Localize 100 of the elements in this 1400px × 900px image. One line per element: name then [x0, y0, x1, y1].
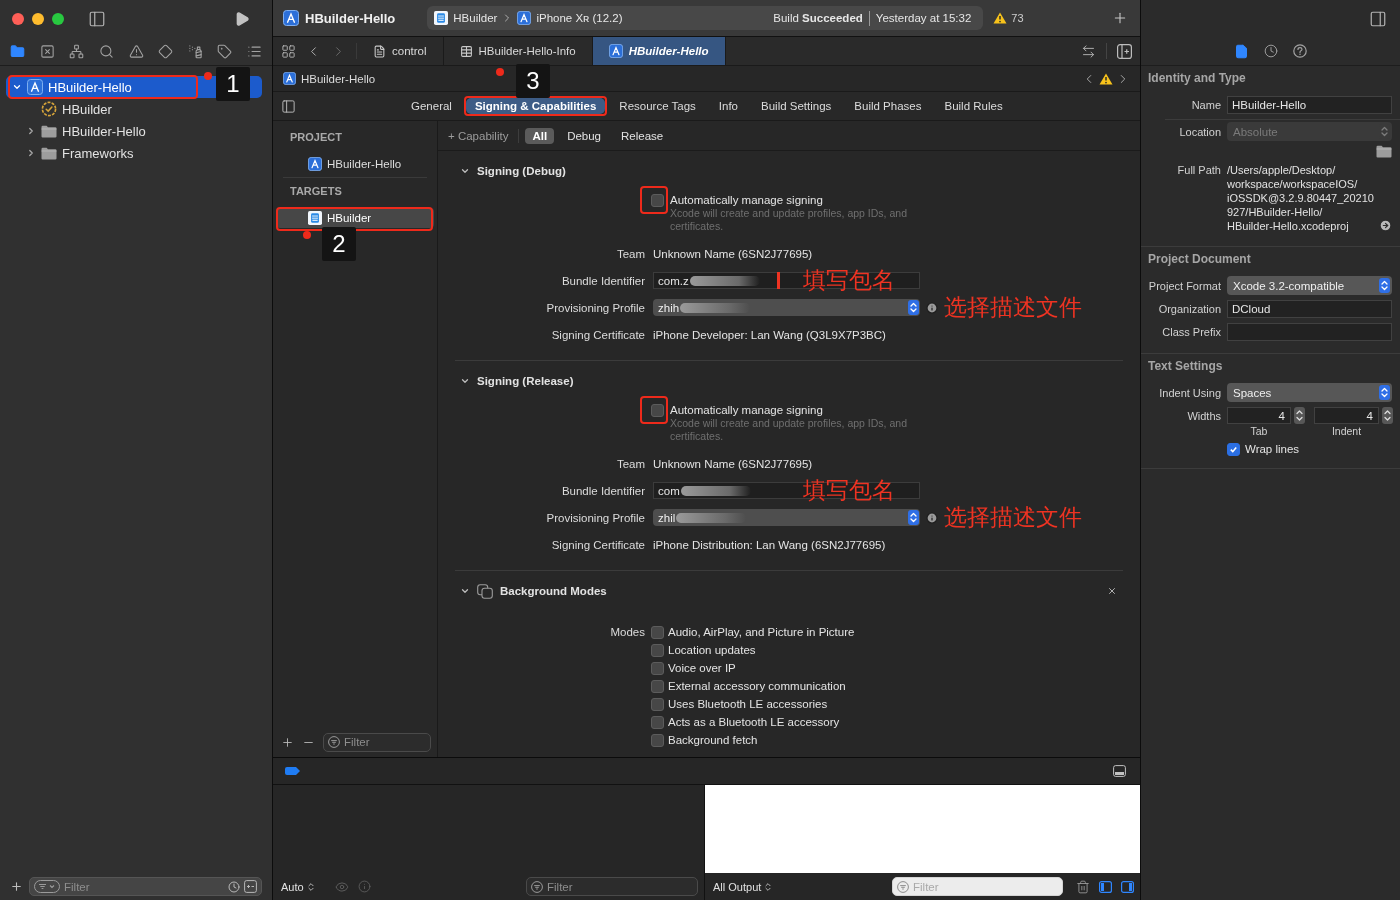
- build-time-text: Yesterday at 15:32: [875, 12, 972, 24]
- organization-field[interactable]: DCloud: [1227, 299, 1392, 318]
- annotation-text: 选择描述文件: [944, 294, 1082, 321]
- file-icon[interactable]: [1234, 43, 1249, 59]
- stepper-icon[interactable]: [1382, 407, 1393, 424]
- info-icon[interactable]: [926, 511, 938, 524]
- close-icon[interactable]: [1107, 586, 1117, 596]
- chevron-down-icon[interactable]: [12, 82, 22, 92]
- add-icon[interactable]: [1112, 10, 1128, 26]
- add-editor-icon[interactable]: [1117, 43, 1132, 59]
- stepper-icon[interactable]: [1294, 407, 1305, 424]
- clock-icon[interactable]: [1264, 44, 1278, 58]
- filter-menu-icon[interactable]: [34, 880, 60, 893]
- editor-tab[interactable]: HBuilder-Hello: [592, 37, 726, 65]
- checkmark-icon: [1229, 444, 1238, 454]
- plus-minus-square-icon[interactable]: [244, 880, 257, 893]
- info-icon[interactable]: [926, 301, 938, 314]
- settings-tab[interactable]: Build Phases: [845, 98, 931, 114]
- warning-icon[interactable]: [128, 43, 144, 59]
- checkbox[interactable]: [651, 403, 664, 417]
- settings-tab[interactable]: Build Rules: [935, 98, 1012, 114]
- add-icon[interactable]: [281, 735, 294, 749]
- settings-tab[interactable]: General: [402, 98, 461, 114]
- window-zoom-button[interactable]: [52, 12, 64, 25]
- folder-icon[interactable]: [10, 43, 25, 59]
- number-field[interactable]: 4: [1227, 407, 1291, 424]
- window-minimize-button[interactable]: [32, 12, 44, 25]
- clock-icon[interactable]: [228, 880, 240, 893]
- checkbox[interactable]: [651, 697, 664, 711]
- filter-tab[interactable]: Release: [614, 127, 671, 144]
- settings-tab[interactable]: Resource Tags: [610, 98, 705, 114]
- checkbox[interactable]: [651, 643, 664, 657]
- filter-tab[interactable]: All: [525, 127, 555, 144]
- name-field[interactable]: HBuilder-Hello: [1227, 95, 1392, 114]
- trash-icon[interactable]: [1076, 879, 1090, 894]
- chevron-down-icon[interactable]: [460, 376, 470, 386]
- filter-tab[interactable]: Debug: [560, 127, 608, 144]
- search-icon[interactable]: [98, 43, 114, 59]
- folder-icon[interactable]: [1376, 144, 1392, 158]
- location-popup: Absolute: [1227, 122, 1392, 141]
- grid-icon[interactable]: [281, 43, 296, 59]
- seal-icon: [41, 101, 57, 117]
- chevron-down-icon[interactable]: [460, 586, 470, 596]
- checkbox[interactable]: [651, 193, 664, 207]
- destination-button[interactable]: iPhone Xʀ (12.2): [517, 11, 623, 25]
- filter-field[interactable]: Filter: [526, 877, 698, 896]
- scope-button[interactable]: All Output: [713, 880, 774, 893]
- tree-item[interactable]: HBuilder-Hello: [20, 120, 154, 142]
- settings-tab[interactable]: Info: [709, 98, 747, 114]
- run-icon[interactable]: [234, 10, 250, 27]
- settings-tab[interactable]: Build Settings: [752, 98, 841, 114]
- right-panel-icon[interactable]: [1121, 880, 1134, 893]
- window-title: HBuilder-Hello: [305, 10, 396, 26]
- group-header: TARGETS: [290, 184, 342, 199]
- field-label: Full Path: [1177, 163, 1221, 177]
- checkbox[interactable]: [651, 733, 664, 747]
- class-prefix-field[interactable]: [1227, 322, 1392, 341]
- hierarchy-icon[interactable]: [69, 43, 85, 59]
- updown-icon: [305, 881, 316, 892]
- chevron-right-icon[interactable]: [26, 148, 36, 158]
- checkbox[interactable]: [651, 625, 664, 639]
- scheme-button[interactable]: HBuilder: [434, 11, 498, 25]
- editor-tab[interactable]: control: [357, 37, 444, 65]
- profile-popup[interactable]: zhil: [653, 509, 920, 526]
- inspector-toggle-icon[interactable]: [1369, 9, 1387, 28]
- sidebar-toggle-icon[interactable]: [281, 98, 296, 114]
- warnings-button[interactable]: 73: [993, 12, 1024, 24]
- checkbox[interactable]: [651, 679, 664, 693]
- checkbox[interactable]: [1227, 442, 1240, 456]
- checkbox[interactable]: [651, 661, 664, 675]
- list-icon[interactable]: [247, 43, 262, 59]
- settings-tab[interactable]: Signing & Capabilities: [465, 98, 606, 114]
- breadcrumb-item[interactable]: HBuilder-Hello: [283, 72, 376, 85]
- chevron-down-icon[interactable]: [460, 166, 470, 176]
- filter-field[interactable]: Filter: [323, 732, 431, 752]
- warning-icon[interactable]: [1099, 72, 1113, 85]
- help-icon[interactable]: [1293, 44, 1307, 58]
- sidebar-toggle-icon[interactable]: [88, 9, 106, 28]
- checkbox[interactable]: [651, 715, 664, 729]
- checkbox-label: Automatically manage signing: [670, 404, 823, 416]
- spray-can-icon[interactable]: [187, 43, 203, 59]
- number-field[interactable]: 4: [1314, 407, 1379, 424]
- format-popup[interactable]: Xcode 3.2-compatible: [1227, 276, 1392, 295]
- indent-popup[interactable]: Spaces: [1227, 383, 1392, 402]
- x-square-icon[interactable]: [39, 43, 55, 59]
- diamond-icon[interactable]: [158, 43, 174, 59]
- tree-item[interactable]: HBuilder: [20, 98, 120, 120]
- profile-popup[interactable]: zhih: [653, 299, 920, 316]
- left-panel-icon[interactable]: [1099, 880, 1112, 893]
- tree-item[interactable]: Frameworks: [20, 142, 142, 164]
- bottom-panel-icon[interactable]: [1113, 765, 1126, 777]
- scope-button[interactable]: Auto: [281, 880, 316, 893]
- list-item[interactable]: HBuilder-Hello: [308, 154, 402, 174]
- swap-arrows-icon[interactable]: [1081, 43, 1096, 59]
- tag-icon[interactable]: [217, 43, 233, 59]
- add-capability-button[interactable]: + Capability: [448, 129, 509, 142]
- add-icon[interactable]: [10, 880, 23, 893]
- breakpoint-icon[interactable]: [285, 767, 300, 775]
- window-close-button[interactable]: [12, 12, 24, 25]
- chevron-right-icon[interactable]: [26, 126, 36, 136]
